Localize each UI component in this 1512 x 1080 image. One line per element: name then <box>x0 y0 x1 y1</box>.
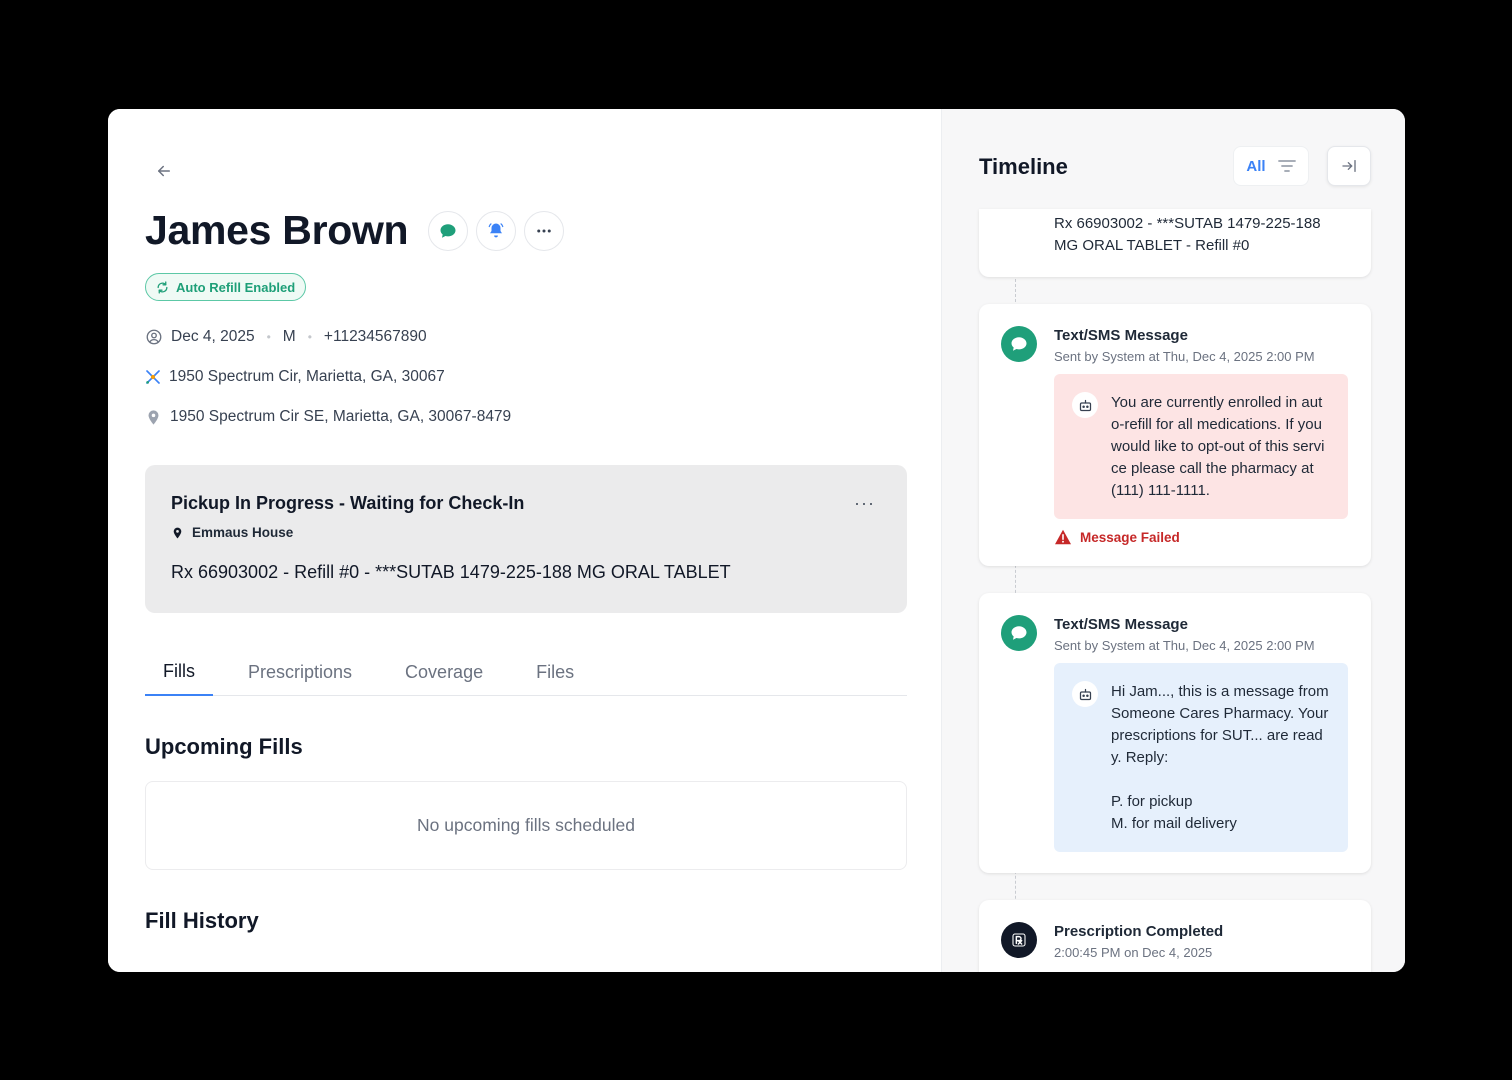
timeline-item-title: Text/SMS Message <box>1054 327 1188 344</box>
pickup-location-label: Emmaus House <box>192 525 294 540</box>
filter-lines-icon <box>1277 160 1296 172</box>
auto-refill-badge: Auto Refill Enabled <box>145 273 307 301</box>
timeline-item-title: Text/SMS Message <box>1054 616 1188 633</box>
filter-label: All <box>1246 157 1266 175</box>
back-button[interactable] <box>152 159 176 183</box>
sms-icon <box>1001 615 1037 651</box>
upcoming-fills-empty: No upcoming fills scheduled <box>145 781 907 870</box>
date-of-birth: Dec 4, 2025 <box>171 328 255 345</box>
patient-demographics: Dec 4, 2025 • M • +11234567890 <box>145 328 427 346</box>
separator-dot: • <box>266 330 271 344</box>
timeline-filter-button[interactable]: All <box>1233 146 1309 186</box>
timeline-panel: Timeline All Rx 66903002 - ***SUTAB 1479… <box>942 109 1405 972</box>
auto-refill-label: Auto Refill Enabled <box>176 279 296 295</box>
sex: M <box>282 328 296 345</box>
message-button[interactable] <box>428 210 469 251</box>
patient-name: James Brown <box>145 207 409 253</box>
patient-header: James Brown <box>145 207 572 254</box>
timeline-title: Timeline <box>979 154 1068 179</box>
arrow-right-to-line-icon <box>1342 160 1356 172</box>
ellipsis-icon <box>537 229 552 232</box>
arrow-left-icon <box>158 165 170 177</box>
app-window: James Brown Auto Refill Enabled Dec 4, 2… <box>108 109 1405 972</box>
separator-dot: • <box>307 330 312 344</box>
shipping-icon <box>146 370 160 384</box>
notifications-button[interactable] <box>476 210 517 251</box>
failed-message-bubble: You are currently enrolled in auto-refil… <box>1054 374 1348 519</box>
home-address: 1950 Spectrum Cir SE, Marietta, GA, 3006… <box>170 408 512 425</box>
map-pin-icon <box>148 409 159 425</box>
patient-tabs: Fills Prescriptions Coverage Files <box>145 649 907 696</box>
pickup-location: Emmaus House <box>171 525 293 540</box>
timeline-item-subtitle: Sent by System at Thu, Dec 4, 2025 2:00 … <box>1054 638 1315 653</box>
timeline-item: Text/SMS Message Sent by System at Thu, … <box>979 304 1371 566</box>
tab-files[interactable]: Files <box>518 649 592 696</box>
message-text: You are currently enrolled in auto-refil… <box>1111 394 1325 499</box>
user-circle-icon <box>146 329 162 345</box>
more-options-button[interactable] <box>524 210 565 251</box>
tab-coverage[interactable]: Coverage <box>387 649 501 696</box>
timeline-item: Text/SMS Message Sent by System at Thu, … <box>979 593 1371 873</box>
timeline-item-subtitle: Sent by System at Thu, Dec 4, 2025 2:00 … <box>1054 349 1315 364</box>
timeline-item-subtitle: 2:00:45 PM on Dec 4, 2025 <box>1054 945 1213 960</box>
chat-bubble-icon <box>440 223 456 238</box>
patient-panel: James Brown Auto Refill Enabled Dec 4, 2… <box>108 109 942 972</box>
message-bubble: Hi Jam..., this is a message from Someon… <box>1054 663 1348 852</box>
tab-prescriptions[interactable]: Prescriptions <box>230 649 370 696</box>
shipping-address: 1950 Spectrum Cir, Marietta, GA, 30067 <box>169 368 445 385</box>
prescription-icon <box>1001 922 1037 958</box>
message-text: Hi Jam..., this is a message from Someon… <box>1111 683 1329 832</box>
timeline-item: Rx 66903002 - ***SUTAB 1479-225-188 MG O… <box>979 209 1371 277</box>
bell-icon <box>488 222 504 237</box>
robot-icon <box>1072 681 1098 707</box>
message-failed-status: Message Failed <box>1054 529 1180 545</box>
pickup-status-card[interactable]: Pickup In Progress - Waiting for Check-I… <box>145 465 907 613</box>
shipping-address-row: 1950 Spectrum Cir, Marietta, GA, 30067 <box>145 368 445 386</box>
phone-number: +11234567890 <box>323 328 427 345</box>
refresh-icon <box>157 280 168 294</box>
message-failed-label: Message Failed <box>1080 529 1180 545</box>
pickup-rx: Rx 66903002 - Refill #0 - ***SUTAB 1479-… <box>171 562 731 582</box>
timeline-item: Prescription Completed 2:00:45 PM on Dec… <box>979 900 1371 972</box>
pickup-status-title: Pickup In Progress - Waiting for Check-I… <box>171 493 525 513</box>
map-pin-icon <box>173 527 182 538</box>
upcoming-fills-title: Upcoming Fills <box>145 734 303 759</box>
timeline-item-title: Prescription Completed <box>1054 923 1224 940</box>
collapse-panel-button[interactable] <box>1327 146 1371 186</box>
timeline-item-text: Rx 66903002 - ***SUTAB 1479-225-188 MG O… <box>1054 215 1321 254</box>
warning-triangle-icon <box>1055 529 1071 545</box>
fill-history-title: Fill History <box>145 908 259 933</box>
empty-state-text: No upcoming fills scheduled <box>417 815 635 835</box>
sms-icon <box>1001 326 1037 362</box>
status-more-button[interactable]: ··· <box>854 493 875 514</box>
tab-fills[interactable]: Fills <box>145 649 213 696</box>
robot-icon <box>1072 392 1098 418</box>
home-address-row: 1950 Spectrum Cir SE, Marietta, GA, 3006… <box>145 408 511 426</box>
